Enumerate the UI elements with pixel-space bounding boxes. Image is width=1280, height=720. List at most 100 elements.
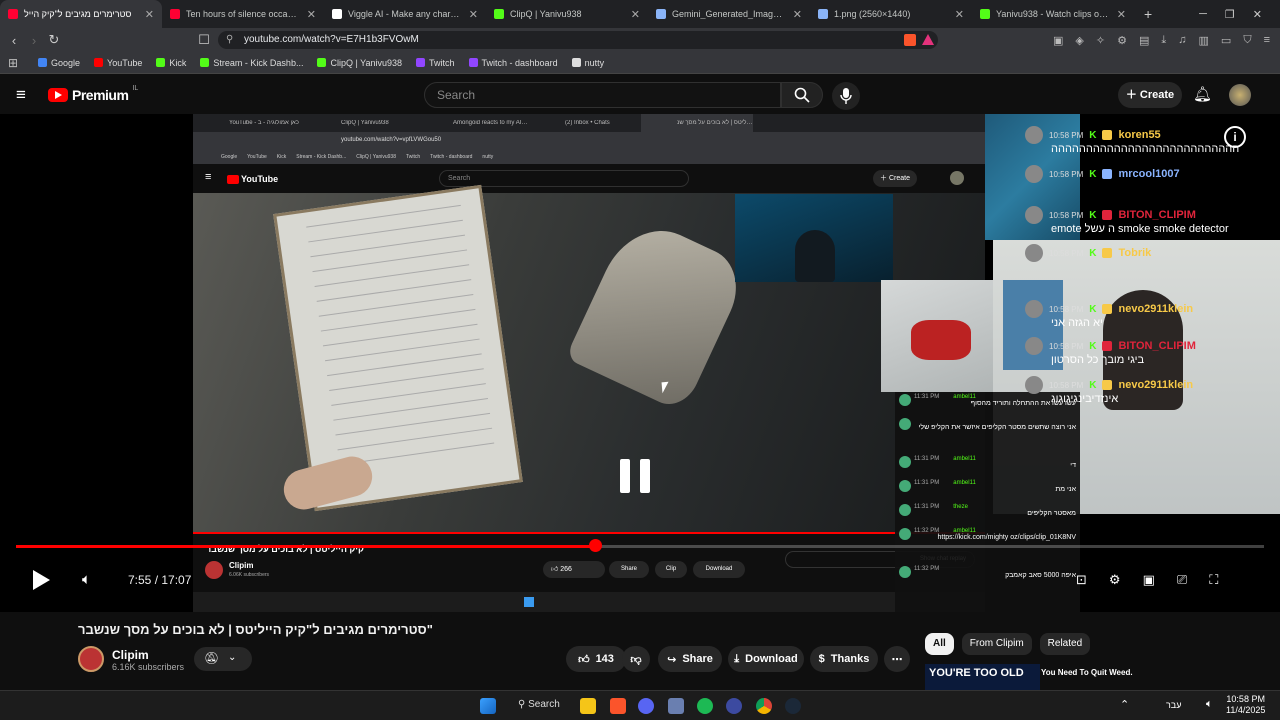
inner-clip-pill: Clip	[655, 561, 687, 578]
browser-tab[interactable]: ClipQ | Yanivu938 ✕	[486, 0, 648, 28]
extension-icon[interactable]: ✧	[1096, 34, 1105, 47]
chat-username[interactable]: mrcool1007	[1118, 168, 1179, 180]
taskbar-search[interactable]: ⚲ Search	[518, 699, 560, 710]
volume-icon[interactable]: 🔈︎	[82, 571, 91, 588]
site-info-icon[interactable]: ⚲	[226, 31, 233, 49]
account-avatar[interactable]	[1229, 84, 1251, 106]
volume-tray-icon[interactable]: 🔈︎	[1206, 698, 1213, 711]
app-icon[interactable]	[668, 698, 684, 714]
download-icon[interactable]: ⤓	[1161, 34, 1166, 47]
bookmark-item[interactable]: Google	[38, 58, 80, 68]
more-actions-button[interactable]: ⋯	[884, 646, 910, 672]
system-clock[interactable]: 10:58 PM 11/4/2025	[1226, 694, 1265, 716]
brave-rewards-icon[interactable]	[922, 34, 934, 45]
bookmark-item[interactable]: nutty	[571, 58, 604, 68]
apps-grid-icon[interactable]: ⊞	[8, 56, 18, 70]
windows-start-icon[interactable]	[480, 698, 496, 714]
discord-icon[interactable]	[638, 698, 654, 714]
shield-icon[interactable]: ⛉	[1243, 34, 1251, 47]
steam-icon[interactable]	[785, 698, 801, 714]
tab-close-icon[interactable]: ✕	[631, 8, 640, 21]
progress-scrubber[interactable]	[589, 539, 603, 552]
brave-shield-icon[interactable]	[904, 34, 916, 46]
subscribed-bell-button[interactable]: 🔕︎ ⌄	[194, 647, 252, 671]
new-tab-button[interactable]: +	[1134, 6, 1162, 22]
channel-name[interactable]: Clipim	[112, 648, 149, 662]
settings-gear-icon[interactable]: ⚙	[1109, 572, 1121, 588]
tab-close-icon[interactable]: ✕	[955, 8, 964, 21]
cast-icon[interactable]: ⎚	[1177, 572, 1187, 588]
chat-username[interactable]: BITON_CLIPIM	[1118, 209, 1195, 221]
browser-tab[interactable]: Yanivu938 - Watch clips on Kick ✕	[972, 0, 1134, 28]
like-button[interactable]: 👍︎ 143	[566, 646, 626, 672]
file-explorer-icon[interactable]	[580, 698, 596, 714]
download-button[interactable]: ⤓ Download	[728, 646, 804, 672]
chat-username[interactable]: nevo2911klein	[1118, 379, 1193, 391]
chrome-icon[interactable]	[756, 698, 772, 714]
restore-button[interactable]: ❐	[1225, 8, 1235, 21]
reload-button[interactable]: ↻	[44, 32, 64, 48]
pause-icon[interactable]	[620, 459, 654, 495]
bookmark-item[interactable]: Stream - Kick Dashb...	[200, 58, 303, 68]
filter-chip[interactable]: All	[925, 633, 954, 655]
search-input[interactable]: Search	[424, 82, 781, 108]
chat-username[interactable]: nevo2911klein	[1118, 303, 1193, 315]
play-button[interactable]	[30, 569, 52, 591]
share-button[interactable]: ↪ Share	[658, 646, 722, 672]
create-button[interactable]: ＋ Create	[1118, 82, 1182, 108]
filter-chip[interactable]: From Clipim	[961, 633, 1032, 655]
search-button[interactable]	[781, 82, 823, 108]
app-icon-2[interactable]	[726, 698, 742, 714]
bookmark-item[interactable]: ClipQ | Yanivu938	[317, 58, 402, 68]
fullscreen-icon[interactable]: ⛶	[1209, 572, 1218, 588]
brave-icon[interactable]	[610, 698, 626, 714]
music-icon[interactable]: ♫	[1178, 34, 1186, 47]
url-field[interactable]: ⚲ youtube.com/watch?v=E7H1b3FVOwM	[218, 31, 938, 49]
bookmark-item[interactable]: Twitch - dashboard	[468, 58, 558, 68]
tab-close-icon[interactable]: ✕	[307, 8, 316, 21]
tray-chevron-icon[interactable]: ⌃	[1120, 698, 1129, 711]
tab-close-icon[interactable]: ✕	[1117, 8, 1126, 21]
browser-tab[interactable]: Ten hours of silence occasionally bro ✕	[162, 0, 324, 28]
extension-icon[interactable]: ▤	[1139, 34, 1149, 47]
minimize-button[interactable]: ─	[1199, 8, 1207, 21]
notifications-bell-icon[interactable]: 🔔︎	[1193, 85, 1212, 103]
filter-chip[interactable]: Related	[1039, 633, 1091, 655]
bookmark-item[interactable]: Twitch	[416, 58, 455, 68]
extension-icon[interactable]: ◈	[1075, 34, 1083, 47]
sidebar-icon[interactable]: ▥	[1199, 34, 1209, 47]
browser-tab[interactable]: Gemini_Generated_Image_cesxvxces ✕	[648, 0, 810, 28]
close-window-button[interactable]: ✕	[1253, 8, 1262, 21]
inner-tab: YouTube - כאן אמולוגיה - ב	[229, 120, 299, 126]
ad-banner[interactable]: YOU'RE TOO OLD You Need To Quit Weed.	[925, 664, 1133, 690]
miniplayer-icon[interactable]: ▣	[1143, 572, 1155, 588]
hamburger-menu-icon[interactable]: ≡	[16, 85, 26, 105]
browser-tab[interactable]: סטרימרים מגיבים ל"קיק הייל ✕	[0, 0, 162, 28]
youtube-logo[interactable]: Premium IL	[48, 85, 138, 103]
extension-icon[interactable]: ⚙	[1117, 34, 1127, 47]
voice-search-button[interactable]	[832, 82, 860, 110]
wallet-icon[interactable]: ▭	[1221, 34, 1231, 47]
tab-close-icon[interactable]: ✕	[145, 8, 154, 21]
chat-username[interactable]: BITON_CLIPIM	[1118, 340, 1195, 352]
thanks-button[interactable]: $ Thanks	[810, 646, 878, 672]
bookmark-star-icon[interactable]: ☐	[194, 32, 214, 48]
tab-close-icon[interactable]: ✕	[469, 8, 478, 21]
chat-username[interactable]: koren55	[1118, 129, 1160, 141]
back-button[interactable]: ‹	[4, 33, 24, 48]
extension-icon[interactable]: ▣	[1053, 34, 1063, 47]
progress-bar[interactable]	[16, 545, 1264, 548]
tab-close-icon[interactable]: ✕	[793, 8, 802, 21]
browser-tab[interactable]: Viggle AI - Make any character move ✕	[324, 0, 486, 28]
captions-icon[interactable]: ⊡	[1076, 572, 1087, 588]
keyboard-language[interactable]: עבר	[1166, 700, 1181, 710]
menu-icon[interactable]: ≡	[1264, 34, 1270, 47]
browser-tab[interactable]: 1.png (2560×1440) ✕	[810, 0, 972, 28]
chat-username[interactable]: Tobrik	[1118, 247, 1151, 259]
bookmark-item[interactable]: Kick	[156, 58, 186, 68]
dislike-button[interactable]: 👎︎	[622, 646, 650, 672]
bookmark-item[interactable]: YouTube	[94, 58, 142, 68]
forward-button[interactable]: ›	[24, 33, 44, 48]
channel-avatar[interactable]	[78, 646, 104, 672]
spotify-icon[interactable]	[697, 698, 713, 714]
